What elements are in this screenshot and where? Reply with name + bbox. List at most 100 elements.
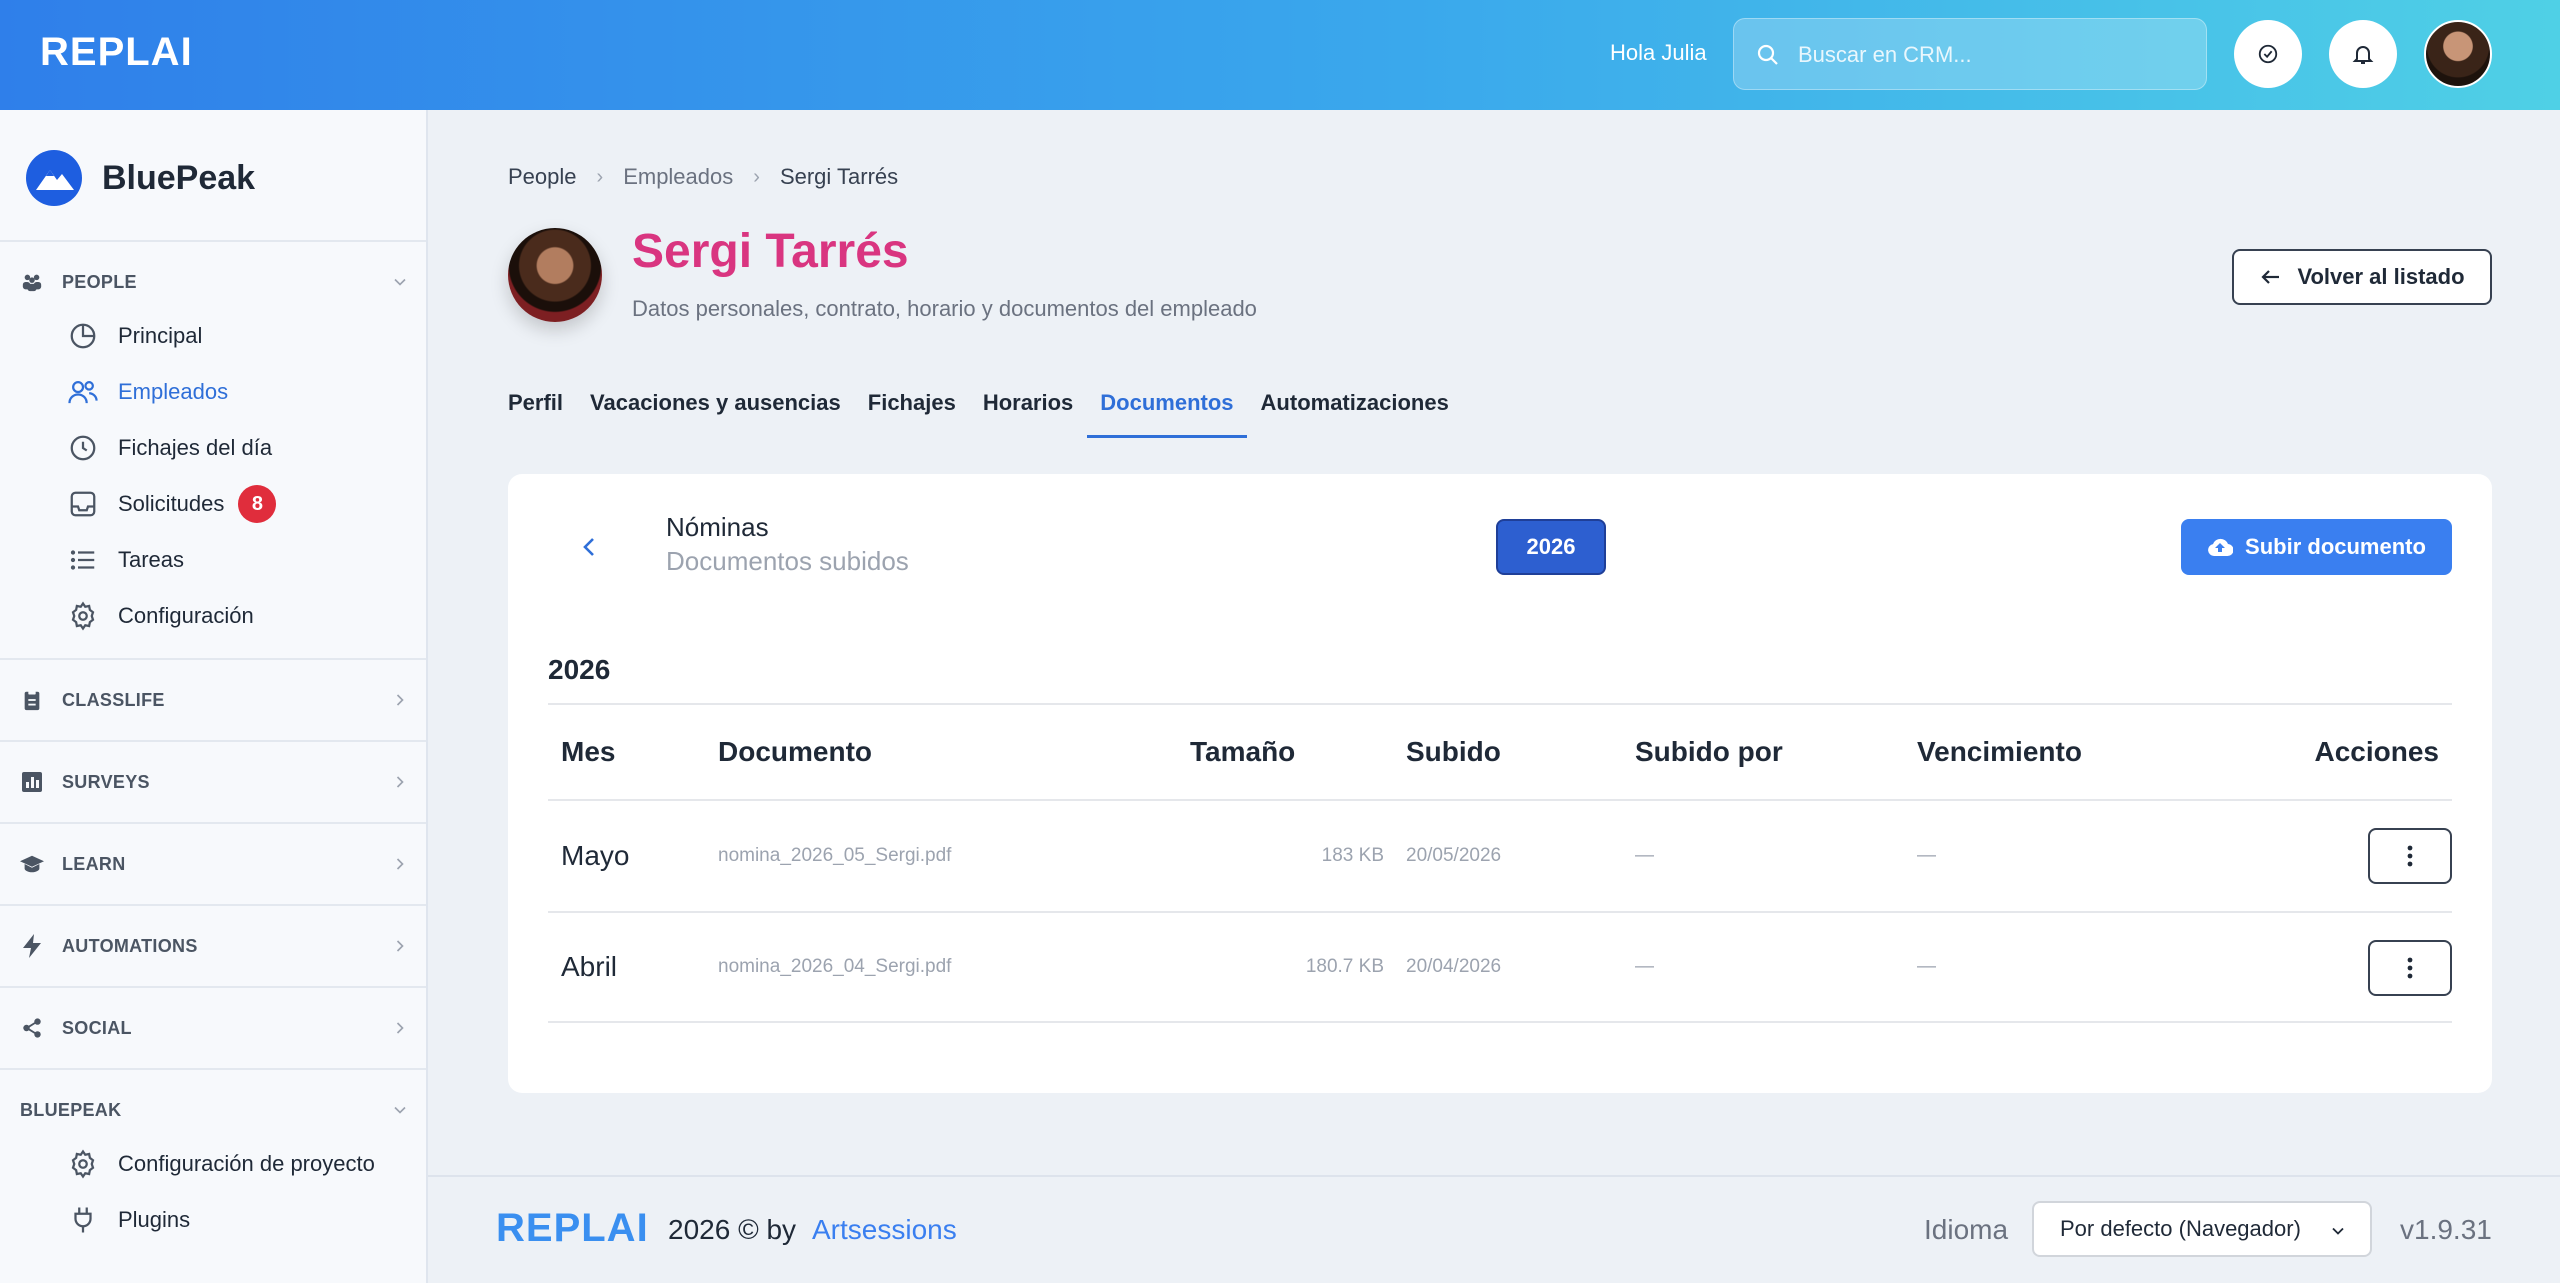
divider	[0, 740, 426, 742]
column-header: Documento	[718, 736, 872, 767]
cell-mes: Abril	[561, 951, 618, 982]
sidebar-item-tareas[interactable]: Tareas	[66, 538, 184, 582]
chevron-down-icon	[2332, 1227, 2344, 1235]
section-automations[interactable]: AUTOMATIONS	[20, 926, 410, 966]
column-header: Subido por	[1635, 736, 1783, 767]
tab-perfil[interactable]: Perfil	[508, 386, 563, 438]
column-header: Acciones	[2314, 736, 2440, 767]
row-actions-button[interactable]	[2368, 828, 2452, 884]
sidebar-item-configuracion[interactable]: Configuración	[66, 594, 254, 638]
top-bar: REPLAI Hola Julia	[0, 0, 2560, 110]
cell-mes: Mayo	[561, 840, 630, 871]
breadcrumb-current: Sergi Tarrés	[779, 164, 899, 189]
cell-documento[interactable]: nomina_2026_05_Sergi.pdf	[718, 801, 951, 911]
section-classlife[interactable]: CLASSLIFE	[20, 680, 410, 720]
requests-count-badge: 8	[238, 485, 277, 523]
tasks-button[interactable]	[2234, 20, 2302, 88]
chevron-right-icon	[396, 776, 404, 788]
table-row: Mayo nomina_2026_05_Sergi.pdf 183 KB 20/…	[548, 799, 2452, 911]
tab-documentos[interactable]: Documentos	[1087, 386, 1247, 438]
footer-artsessions-link[interactable]: Artsessions	[812, 1214, 957, 1246]
cell-tamano: 183 KB	[1321, 845, 1384, 866]
user-greeting: Hola Julia	[1610, 40, 1707, 65]
employee-avatar	[508, 228, 602, 322]
sidebar-item-configuracion-proyecto[interactable]: Configuración de proyecto	[66, 1142, 375, 1186]
column-header: Subido	[1406, 736, 1501, 767]
graduation-cap-icon	[20, 852, 44, 876]
back-to-list-button[interactable]: Volver al listado	[2232, 249, 2492, 305]
divider	[0, 658, 426, 660]
mountain-logo-icon	[26, 150, 82, 206]
breadcrumb: People › Empleados › Sergi Tarrés	[508, 164, 898, 190]
breadcrumb-empleados[interactable]: Empleados	[623, 164, 733, 190]
sidebar-item-fichajes[interactable]: Fichajes del día	[66, 426, 272, 470]
employee-subtitle: Datos personales, contrato, horario y do…	[632, 296, 1257, 321]
section-social[interactable]: SOCIAL	[20, 1008, 410, 1048]
sidebar-item-solicitudes[interactable]: Solicitudes 8	[66, 482, 277, 526]
user-avatar[interactable]	[2424, 20, 2492, 88]
search-input[interactable]	[1798, 33, 2188, 77]
year-filter-button[interactable]: 2026	[1496, 519, 1606, 575]
footer-divider	[428, 1175, 2560, 1177]
breadcrumb-people[interactable]: People	[508, 164, 577, 190]
chevron-right-icon: ›	[596, 165, 604, 188]
clock-icon	[66, 431, 100, 465]
language-label: Idioma	[1924, 1214, 2009, 1245]
upload-document-button[interactable]: Subir documento	[2181, 519, 2452, 575]
divider	[0, 1068, 426, 1070]
search-icon	[1757, 44, 1778, 65]
chevron-right-icon	[396, 858, 404, 870]
section-bluepeak[interactable]: BLUEPEAK	[20, 1090, 410, 1130]
divider	[0, 822, 426, 824]
brand-name: BluePeak	[102, 158, 256, 197]
lightning-icon	[20, 934, 44, 958]
cell-subido: 20/05/2026	[1406, 845, 1502, 866]
search-box[interactable]	[1733, 18, 2207, 90]
divider	[0, 986, 426, 988]
users-icon	[66, 375, 100, 409]
list-icon	[66, 543, 100, 577]
cell-subido-por: —	[1635, 956, 1654, 977]
app-logo[interactable]: REPLAI	[40, 30, 193, 75]
documents-category-title: Nóminas	[666, 512, 769, 542]
app-version: v1.9.31	[2400, 1214, 2492, 1245]
more-vertical-icon	[2407, 845, 2413, 867]
chevron-down-icon	[394, 1106, 406, 1114]
cell-vencimiento: —	[1917, 956, 1936, 977]
tab-automatizaciones[interactable]: Automatizaciones	[1261, 386, 1449, 438]
back-chevron-button[interactable]	[578, 534, 600, 565]
table-row: Abril nomina_2026_04_Sergi.pdf 180.7 KB …	[548, 911, 2452, 1023]
sidebar-item-empleados[interactable]: Empleados	[66, 370, 228, 414]
footer-copyright: 2026 © by	[668, 1214, 797, 1245]
cell-tamano: 180.7 KB	[1305, 956, 1384, 977]
cell-subido-por: —	[1635, 845, 1654, 866]
check-circle-icon	[2258, 44, 2278, 64]
brand[interactable]: BluePeak	[26, 150, 255, 206]
sidebar-item-principal[interactable]: Principal	[66, 314, 202, 358]
section-surveys[interactable]: SURVEYS	[20, 762, 410, 802]
tab-fichajes[interactable]: Fichajes	[868, 386, 956, 438]
bar-chart-icon	[20, 770, 44, 794]
section-people[interactable]: PEOPLE	[20, 262, 410, 302]
gear-icon	[66, 599, 100, 633]
employee-name: Sergi Tarrés	[632, 225, 909, 278]
column-header: Tamaño	[1190, 736, 1296, 767]
people-icon	[20, 270, 44, 294]
divider	[0, 904, 426, 906]
sidebar-item-plugins[interactable]: Plugins	[66, 1198, 190, 1242]
tab-horarios[interactable]: Horarios	[983, 386, 1073, 438]
tab-vacaciones[interactable]: Vacaciones y ausencias	[590, 386, 841, 438]
bell-icon	[2352, 46, 2374, 64]
cell-subido: 20/04/2026	[1406, 956, 1502, 977]
notifications-button[interactable]	[2329, 20, 2397, 88]
table-header-row: Mes Documento Tamaño Subido Subido por V…	[548, 703, 2452, 799]
more-vertical-icon	[2407, 957, 2413, 979]
chevron-down-icon	[394, 278, 406, 286]
chevron-left-icon	[583, 538, 594, 556]
section-learn[interactable]: LEARN	[20, 844, 410, 884]
row-actions-button[interactable]	[2368, 940, 2452, 996]
cell-documento[interactable]: nomina_2026_04_Sergi.pdf	[718, 913, 951, 1021]
language-select[interactable]: Por defecto (Navegador)	[2032, 1201, 2372, 1257]
plug-icon	[66, 1203, 100, 1237]
chevron-right-icon: ›	[753, 165, 760, 188]
